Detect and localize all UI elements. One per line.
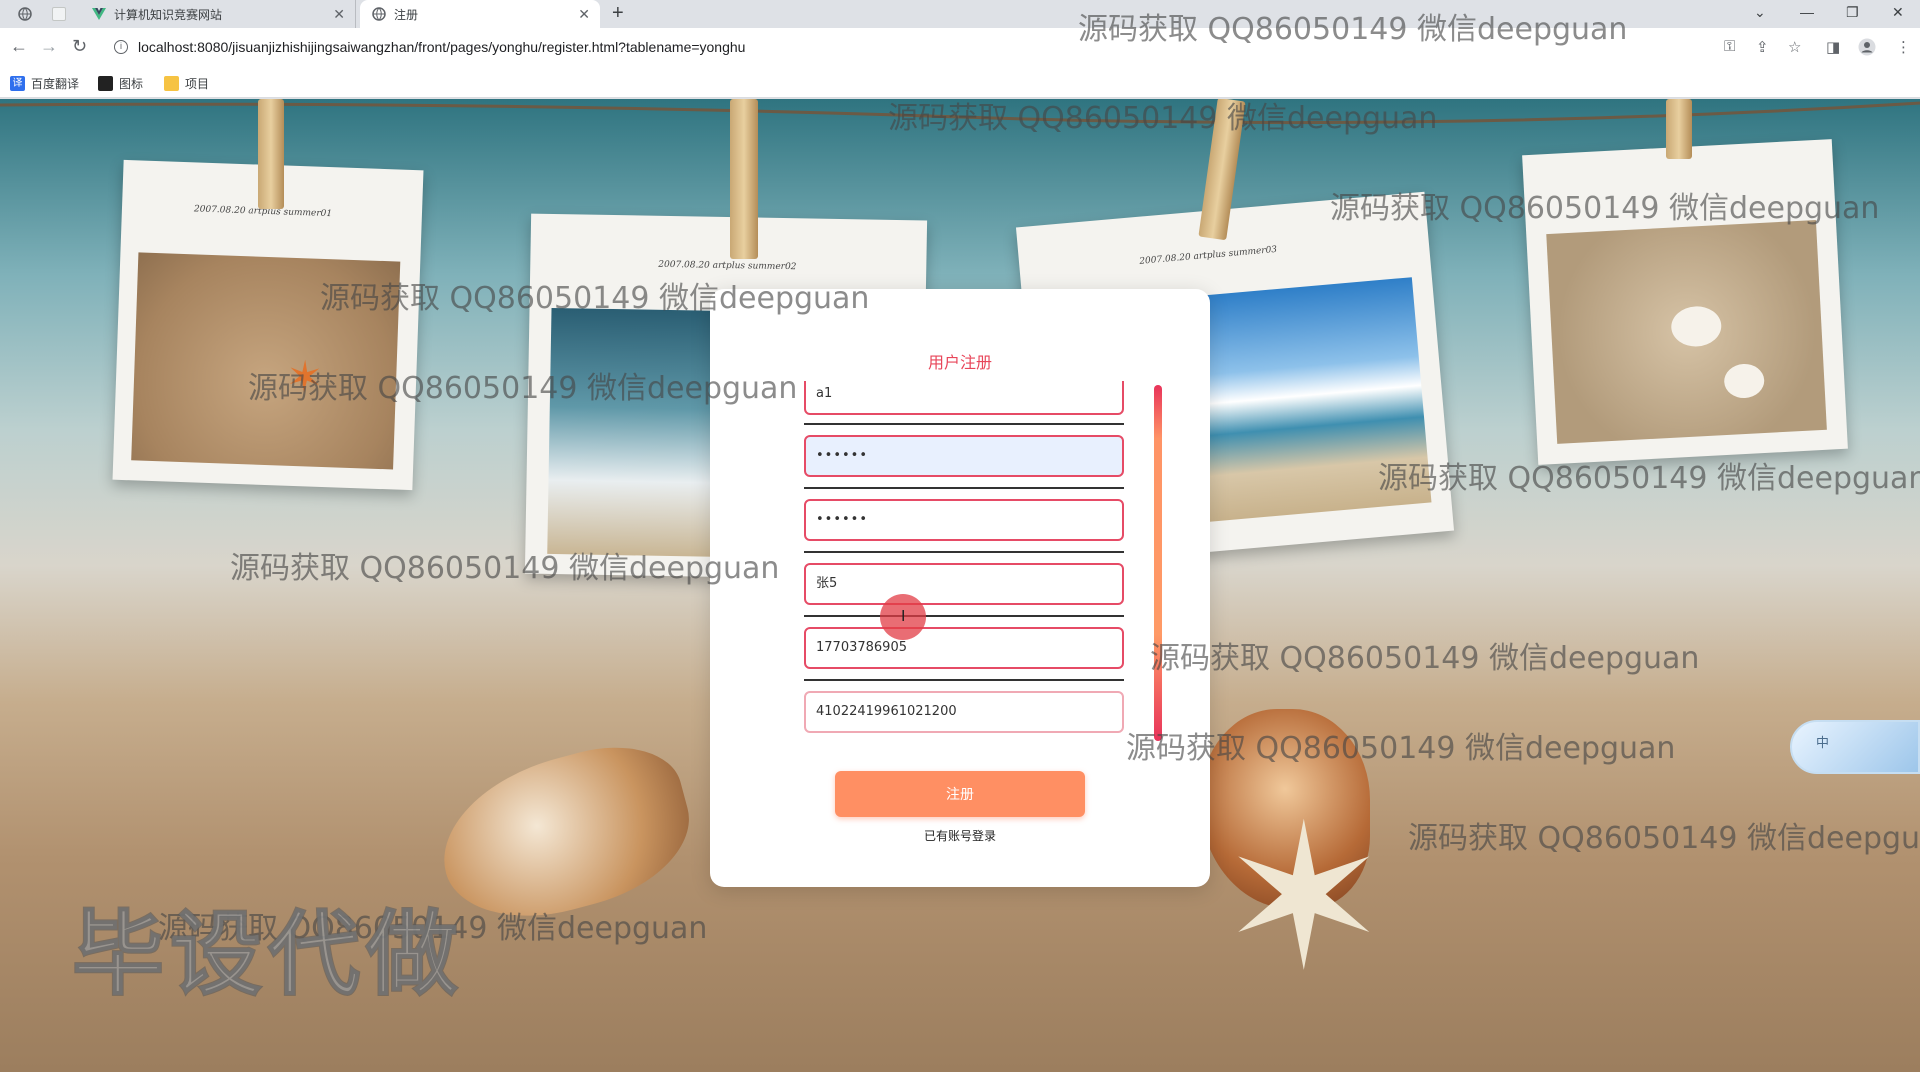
watermark: 源码获取 QQ86050149 微信deepguan	[1330, 191, 1880, 226]
tab-bar: 计算机知识竞赛网站 ✕ 注册 ✕ + ⌄ — ❐ ✕	[0, 0, 1920, 28]
field-underline	[804, 423, 1124, 425]
watermark: 源码获取 QQ86050149 微信deepguan	[1378, 461, 1920, 496]
translate-icon: 译	[10, 76, 25, 91]
tab-quiz-site[interactable]: 计算机知识竞赛网站 ✕	[90, 0, 356, 28]
clothespin	[1666, 99, 1692, 159]
phone-field[interactable]: 17703786905	[804, 627, 1124, 669]
image-icon	[98, 76, 113, 91]
scrollbar[interactable]	[1154, 385, 1162, 741]
field-underline	[804, 679, 1124, 681]
clothespin	[730, 99, 758, 259]
watermark: 源码获取 QQ86050149 微信deepgua	[1408, 821, 1920, 856]
vue-icon	[92, 7, 106, 21]
bookmark-icons[interactable]: 图标	[98, 75, 143, 92]
text-cursor-icon: I	[901, 608, 906, 625]
ime-label: 中	[1816, 735, 1830, 750]
photo-caption: 2007.08.20 artplus summer03	[1138, 244, 1278, 267]
forward-icon[interactable]: →	[40, 36, 58, 57]
folder-icon	[164, 76, 179, 91]
bookmark-label: 项目	[185, 77, 210, 91]
ime-widget[interactable]: 中	[1790, 720, 1920, 774]
sidepanel-icon[interactable]: ◨	[1826, 38, 1840, 56]
username-field[interactable]: a1	[804, 381, 1124, 415]
watermark: 源码获取 QQ86050149 微信deepguan	[320, 281, 870, 316]
name-field[interactable]: 张5	[804, 563, 1124, 605]
stamp-text: 毕设代做	[71, 900, 465, 1009]
starfish-icon: ✶	[1220, 787, 1388, 1010]
tab-register[interactable]: 注册 ✕	[360, 0, 600, 28]
register-button[interactable]: 注册	[835, 771, 1085, 817]
bookmark-label: 图标	[119, 77, 144, 91]
close-icon[interactable]: ✕	[333, 6, 345, 23]
reload-icon[interactable]: ↻	[72, 36, 87, 57]
watermark: 源码获取 QQ86050149 微信deepguan	[1078, 12, 1628, 47]
photo-caption: 2007.08.20 artplus summer02	[658, 259, 797, 273]
new-tab-icon[interactable]: +	[612, 2, 624, 25]
login-link[interactable]: 已有账号登录	[710, 827, 1210, 844]
password-field[interactable]: ••••••	[804, 435, 1124, 477]
tab-label: 注册	[394, 7, 419, 22]
url-input[interactable]: localhost:8080/jisuanjizhishijingsaiwang…	[138, 39, 745, 55]
tab-globe[interactable]	[12, 0, 38, 28]
watermark: 源码获取 QQ86050149 微信deepguan	[230, 551, 780, 586]
menu-icon[interactable]: ⋮	[1896, 38, 1911, 56]
watermark: 源码获取 QQ86050149 微信deepguan	[1150, 641, 1700, 676]
bookmark-baidu-translate[interactable]: 译 百度翻译	[10, 75, 79, 92]
info-icon[interactable]: i	[114, 40, 128, 54]
back-icon[interactable]: ←	[10, 36, 28, 57]
close-icon[interactable]: ✕	[578, 6, 590, 23]
bookmark-project[interactable]: 项目	[164, 75, 209, 92]
tab-blank[interactable]	[46, 0, 72, 28]
minimize-icon[interactable]: —	[1800, 4, 1814, 20]
star-icon[interactable]: ☆	[1788, 38, 1801, 56]
chevron-down-icon[interactable]: ⌄	[1754, 4, 1766, 21]
form-scroll-area[interactable]: a1 •••••• •••••• 张5 17703786905 41022419…	[794, 381, 1130, 737]
profile-icon[interactable]	[1858, 38, 1876, 60]
page-icon	[52, 7, 66, 21]
share-icon[interactable]: ⇪	[1756, 38, 1769, 56]
globe-icon	[18, 7, 32, 21]
field-underline	[804, 551, 1124, 553]
confirm-password-field[interactable]: ••••••	[804, 499, 1124, 541]
watermark: 源码获取 QQ86050149 微信deepguan	[1126, 731, 1676, 766]
hanging-photo: 2007.08.20 artplus summer01 ✶	[112, 159, 424, 491]
watermark: 源码获取 QQ86050149 微信deepguan	[888, 101, 1438, 136]
window-close-icon[interactable]: ✕	[1892, 4, 1904, 21]
bookmark-label: 百度翻译	[31, 77, 80, 91]
watermark: 源码获取 QQ86050149 微信deepguan	[248, 371, 798, 406]
clothespin	[258, 99, 284, 209]
tab-label: 计算机知识竞赛网站	[114, 7, 223, 22]
field-underline	[804, 487, 1124, 489]
id-card-field[interactable]: 41022419961021200	[804, 691, 1124, 733]
restore-icon[interactable]: ❐	[1846, 4, 1859, 21]
key-icon[interactable]: ⚿	[1724, 38, 1735, 55]
field-underline	[804, 615, 1124, 617]
address-bar: ← → ↻ i localhost:8080/jisuanjizhishijin…	[0, 28, 1920, 68]
globe-icon	[372, 7, 386, 21]
